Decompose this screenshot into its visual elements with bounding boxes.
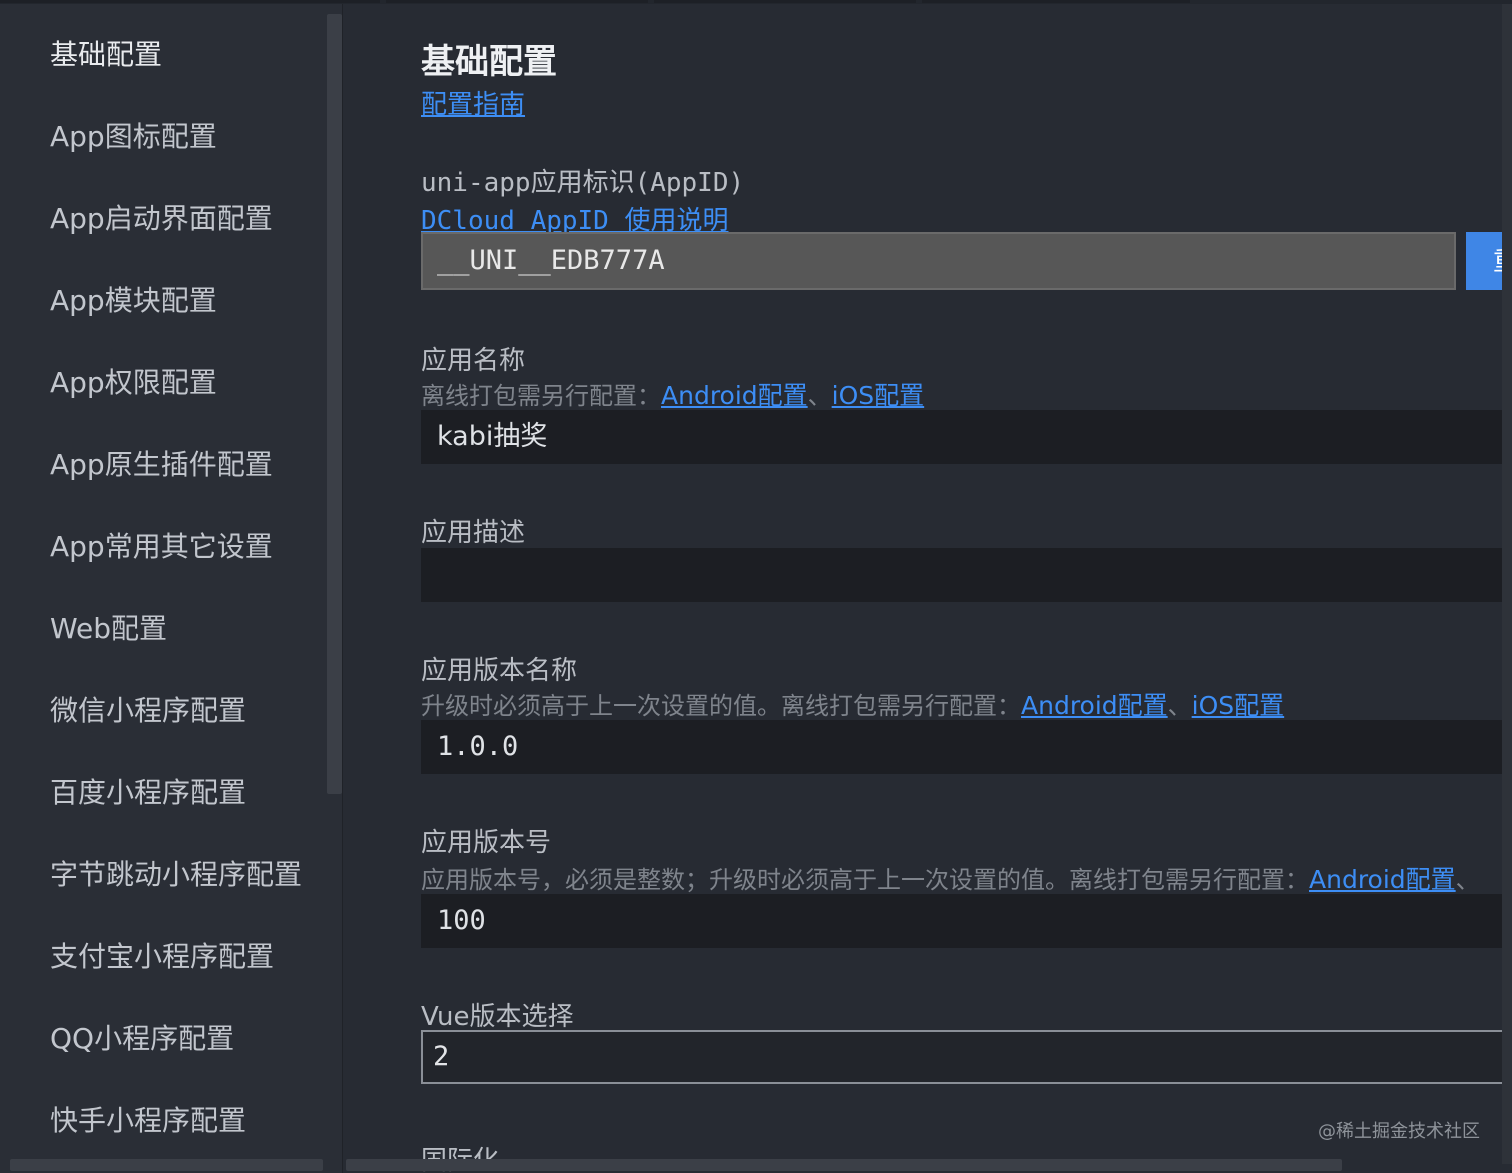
top-tab[interactable] — [0, 0, 380, 3]
sidebar-item-kuaishou-mp[interactable]: 快手小程序配置 — [50, 1096, 246, 1146]
separator: 、 — [807, 382, 832, 410]
sidebar-item-app-other-settings[interactable]: App常用其它设置 — [50, 522, 273, 572]
sidebar-item-app-icon[interactable]: App图标配置 — [50, 112, 217, 162]
ios-config-link[interactable]: iOS配置 — [1192, 691, 1285, 720]
version-code-label: 应用版本号 — [421, 828, 552, 858]
top-tab[interactable] — [922, 0, 1190, 3]
top-tab[interactable] — [654, 0, 916, 3]
vue-version-label: Vue版本选择 — [421, 1002, 574, 1032]
settings-sidebar: 基础配置 App图标配置 App启动界面配置 App模块配置 App权限配置 A… — [0, 4, 343, 1173]
page-title: 基础配置 — [421, 42, 557, 82]
sidebar-item-qq-mp[interactable]: QQ小程序配置 — [50, 1014, 234, 1064]
sidebar-item-app-modules[interactable]: App模块配置 — [50, 276, 217, 326]
app-desc-input[interactable] — [421, 548, 1512, 602]
version-name-label: 应用版本名称 — [421, 656, 578, 686]
app-desc-label: 应用描述 — [421, 518, 526, 548]
version-code-hint: 应用版本号，必须是整数；升级时必须高于上一次设置的值。离线打包需另行配置：And… — [421, 860, 1480, 896]
config-guide-link[interactable]: 配置指南 — [421, 84, 525, 121]
sidebar-item-app-native-plugins[interactable]: App原生插件配置 — [50, 440, 273, 490]
main-vertical-scrollbar[interactable] — [1502, 4, 1512, 1164]
separator: 、 — [1167, 692, 1192, 720]
app-name-label: 应用名称 — [421, 346, 526, 376]
ios-config-link[interactable]: iOS配置 — [832, 381, 925, 410]
hint-text: 升级时必须高于上一次设置的值。离线打包需另行配置： — [421, 692, 1021, 720]
sidebar-item-baidu-mp[interactable]: 百度小程序配置 — [50, 768, 246, 818]
android-config-link[interactable]: Android配置 — [1309, 865, 1456, 894]
sidebar-item-toutiao-mp[interactable]: 字节跳动小程序配置 — [50, 850, 302, 900]
vue-version-select[interactable]: 2 — [421, 1030, 1512, 1084]
hint-text: 应用版本号，必须是整数；升级时必须高于上一次设置的值。离线打包需另行配置： — [421, 866, 1309, 894]
settings-panel: 基础配置 配置指南 uni-app应用标识(AppID) DCloud AppI… — [344, 4, 1512, 1173]
watermark: @稀土掘金技术社区 — [1318, 1121, 1480, 1142]
version-name-hint: 升级时必须高于上一次设置的值。离线打包需另行配置：Android配置、iOS配置 — [421, 686, 1284, 722]
sidebar-item-app-splash[interactable]: App启动界面配置 — [50, 194, 273, 244]
sidebar-item-basic[interactable]: 基础配置 — [50, 30, 162, 80]
top-tab[interactable] — [386, 0, 648, 3]
appid-field[interactable]: __UNI__EDB777A — [421, 232, 1456, 290]
appid-label: uni-app应用标识(AppID) — [421, 168, 745, 198]
sidebar-item-weixin-mp[interactable]: 微信小程序配置 — [50, 686, 246, 736]
manifest-editor: 基础配置 App图标配置 App启动界面配置 App模块配置 App权限配置 A… — [0, 0, 1512, 1173]
app-name-input[interactable]: kabi抽奖 — [421, 410, 1512, 464]
version-name-input[interactable]: 1.0.0 — [421, 720, 1512, 774]
sidebar-item-alipay-mp[interactable]: 支付宝小程序配置 — [50, 932, 274, 982]
sidebar-item-app-permissions[interactable]: App权限配置 — [50, 358, 217, 408]
sidebar-horizontal-scrollbar[interactable] — [10, 1159, 323, 1171]
app-name-hint: 离线打包需另行配置：Android配置、iOS配置 — [421, 376, 924, 412]
android-config-link[interactable]: Android配置 — [1021, 691, 1168, 720]
android-config-link[interactable]: Android配置 — [661, 381, 808, 410]
main-horizontal-scrollbar[interactable] — [346, 1159, 1342, 1171]
separator: 、 — [1455, 866, 1480, 894]
sidebar-vertical-scrollbar[interactable] — [327, 14, 342, 794]
hint-text: 离线打包需另行配置： — [421, 382, 661, 410]
sidebar-item-web[interactable]: Web配置 — [50, 604, 167, 654]
version-code-input[interactable]: 100 — [421, 894, 1512, 948]
